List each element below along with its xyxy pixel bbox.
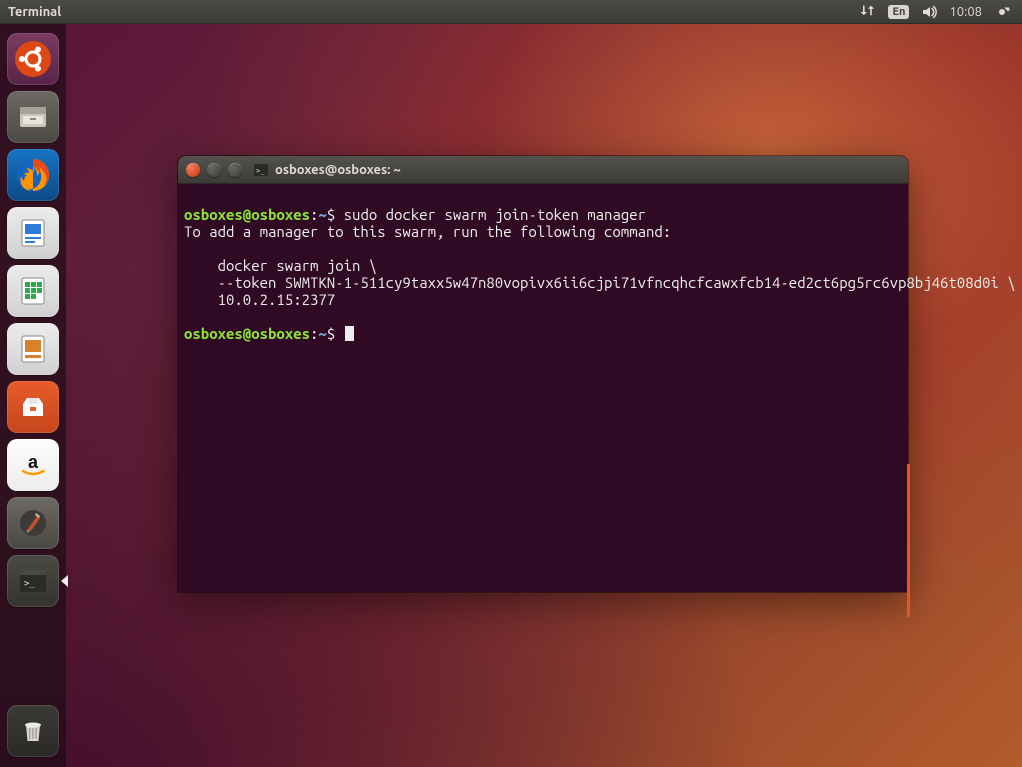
terminal-titlebar-icon: >_ [253, 162, 269, 178]
sound-indicator-icon[interactable] [915, 0, 943, 24]
launcher-settings[interactable] [7, 497, 59, 549]
launcher-calc[interactable] [7, 265, 59, 317]
terminal-icon: >_ [15, 563, 51, 599]
terminal-window-title: osboxes@osboxes: ~ [275, 163, 401, 177]
launcher-amazon[interactable]: a [7, 439, 59, 491]
window-minimize-button[interactable] [207, 163, 221, 177]
terminal-titlebar[interactable]: >_ osboxes@osboxes: ~ [178, 156, 908, 184]
active-app-title: Terminal [8, 5, 61, 19]
terminal-scroll-indicator [907, 464, 910, 617]
software-icon [15, 389, 51, 425]
prompt-path: ~ [318, 206, 326, 223]
firefox-icon [13, 155, 53, 195]
output-line: docker swarm join \ [184, 257, 377, 274]
top-panel: Terminal En 10:08 [0, 0, 1022, 24]
svg-text:a: a [28, 452, 39, 472]
files-icon [15, 99, 51, 135]
network-indicator-icon[interactable] [854, 0, 882, 24]
clock[interactable]: 10:08 [943, 0, 988, 24]
svg-text:>_: >_ [256, 167, 265, 175]
window-close-button[interactable] [186, 163, 200, 177]
launcher-files[interactable] [7, 91, 59, 143]
output-line: --token SWMTKN-1-511cy9taxx5w47n80vopivx… [184, 274, 1016, 291]
launcher-impress[interactable] [7, 323, 59, 375]
impress-icon [15, 331, 51, 367]
output-line: To add a manager to this swarm, run the … [184, 223, 671, 240]
prompt-userhost: osboxes@osboxes [184, 325, 310, 342]
trash-icon [15, 713, 51, 749]
launcher-software[interactable] [7, 381, 59, 433]
calc-icon [15, 273, 51, 309]
launcher-firefox[interactable] [7, 149, 59, 201]
terminal-body[interactable]: osboxes@osboxes:~$ sudo docker swarm joi… [178, 184, 908, 592]
launcher: a >_ [0, 24, 66, 767]
system-menu-icon[interactable] [988, 0, 1016, 24]
output-line: 10.0.2.15:2377 [184, 291, 335, 308]
terminal-window[interactable]: >_ osboxes@osboxes: ~ osboxes@osboxes:~$… [178, 156, 908, 592]
amazon-icon: a [16, 448, 50, 482]
command-1: sudo docker swarm join-token manager [344, 206, 646, 223]
prompt-path: ~ [318, 325, 326, 342]
prompt-userhost: osboxes@osboxes [184, 206, 310, 223]
language-indicator[interactable]: En [888, 5, 909, 19]
settings-icon [15, 505, 51, 541]
terminal-cursor [345, 326, 354, 341]
launcher-terminal[interactable]: >_ [7, 555, 59, 607]
window-maximize-button[interactable] [228, 163, 242, 177]
launcher-trash[interactable] [7, 705, 59, 757]
writer-icon [15, 215, 51, 251]
launcher-dash[interactable] [7, 33, 59, 85]
launcher-writer[interactable] [7, 207, 59, 259]
ubuntu-logo-icon [13, 39, 53, 79]
svg-text:>_: >_ [24, 579, 35, 589]
